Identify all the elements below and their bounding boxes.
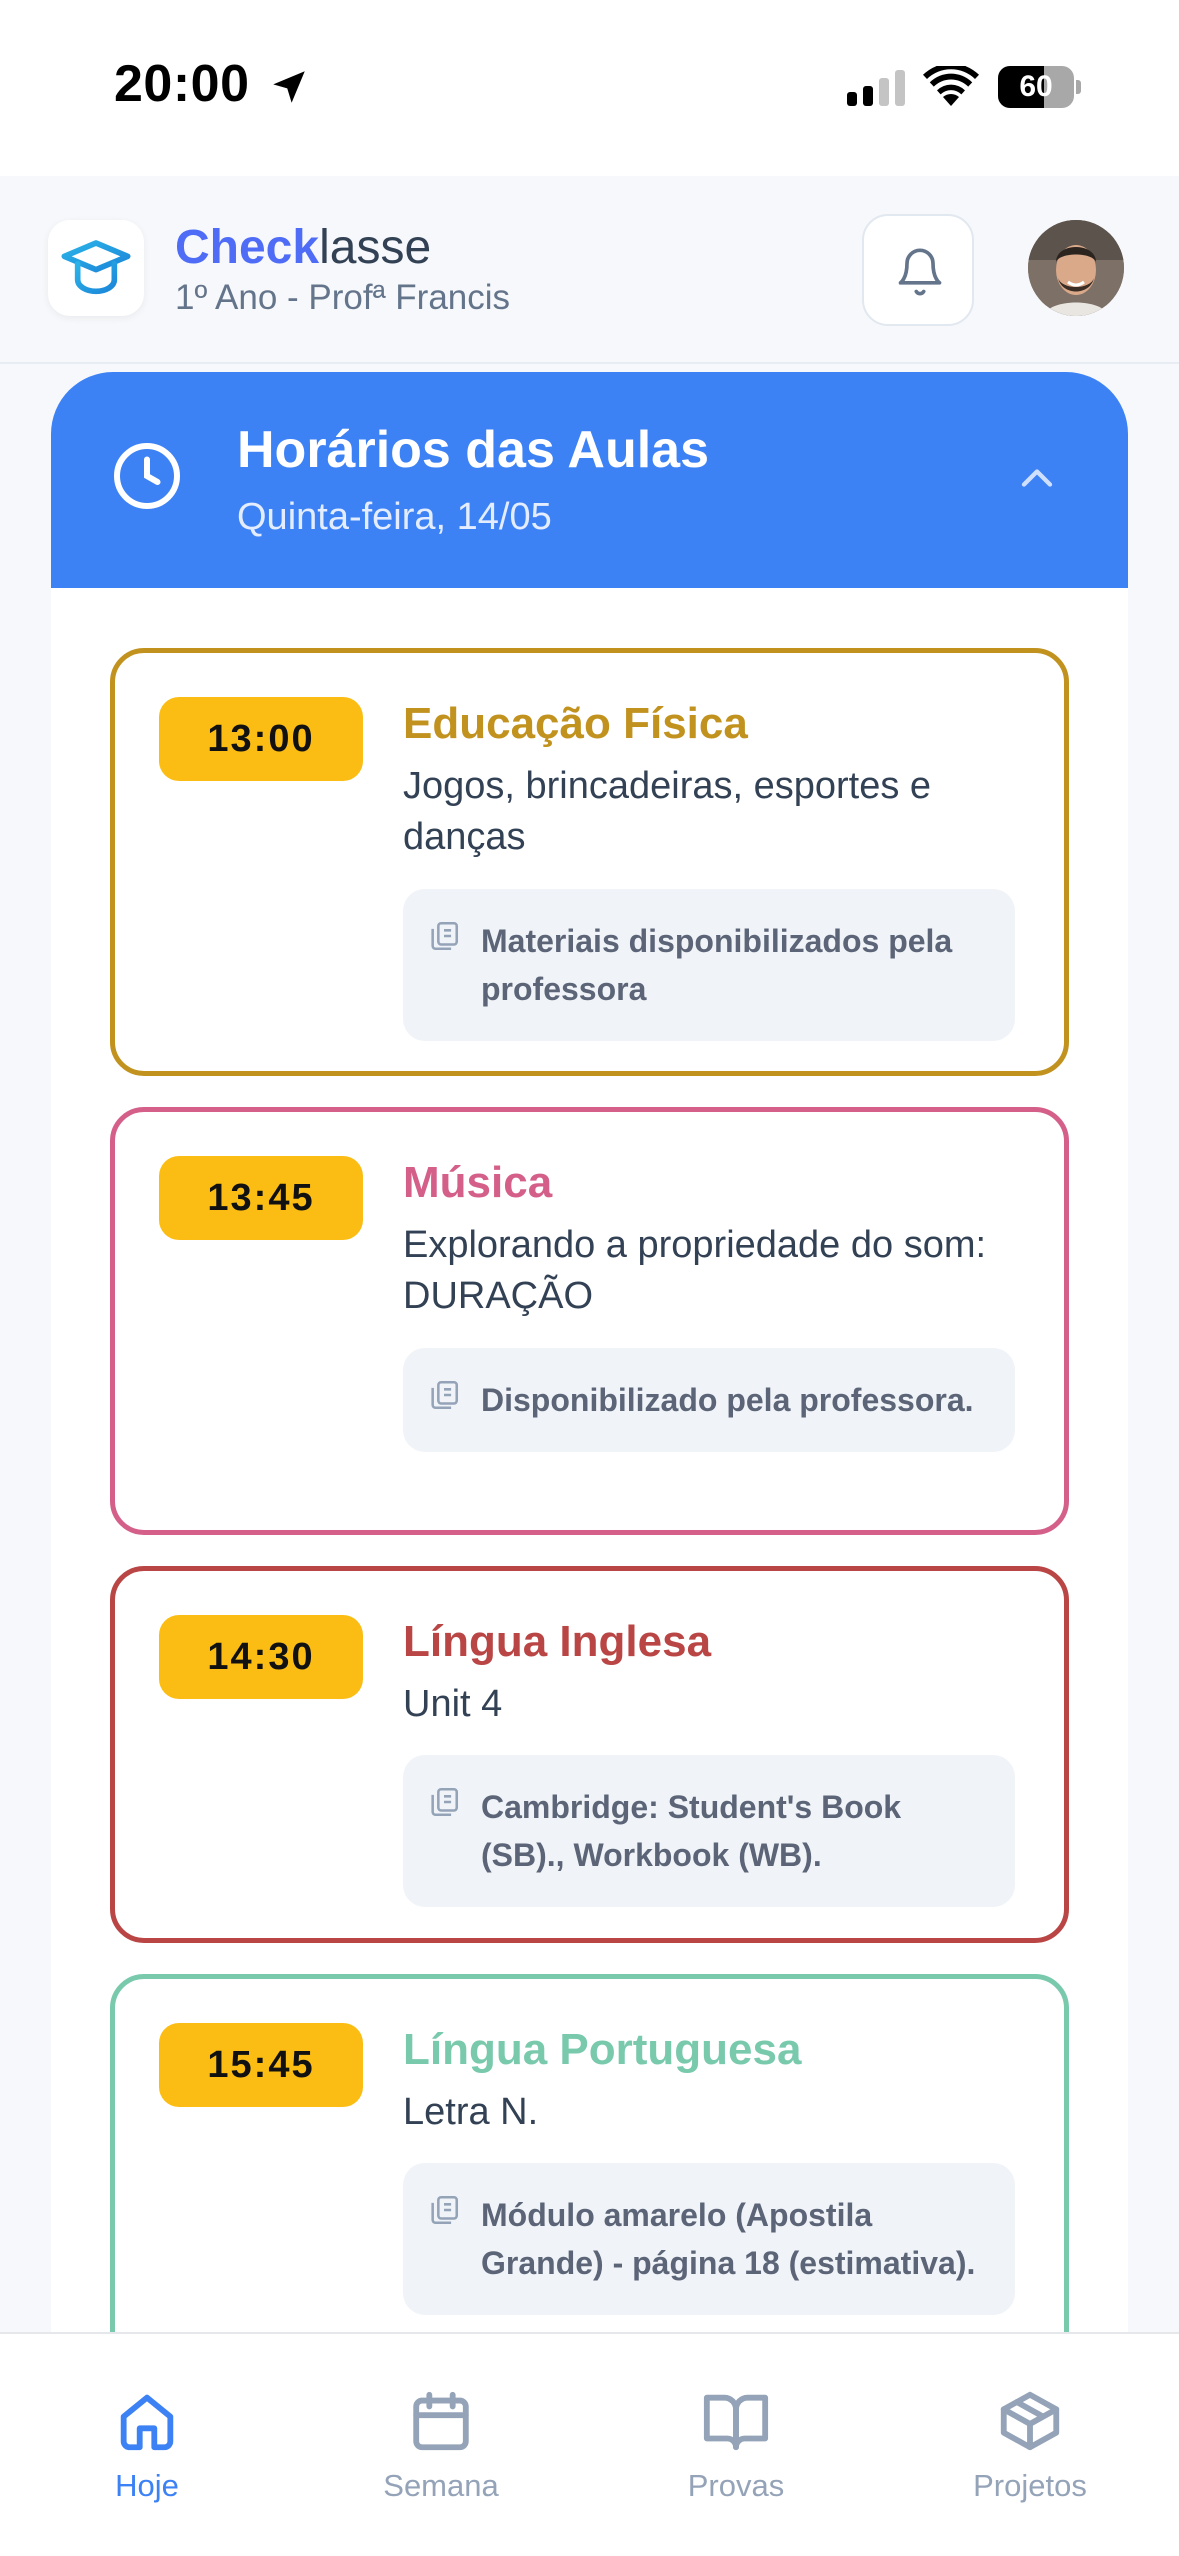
lesson-materials: Módulo amarelo (Apostila Grande) - págin… [403, 2163, 1015, 2315]
location-arrow-icon [273, 71, 305, 103]
chevron-up-icon[interactable] [1011, 452, 1063, 504]
nav-item-hoje[interactable]: Hoje [47, 2386, 247, 2504]
app-title-rest: lasse [319, 221, 432, 274]
lesson-time-badge: 13:45 [159, 1156, 363, 1240]
lesson-materials: Disponibilizado pela professora. [403, 1348, 1015, 1452]
nav-item-provas[interactable]: Provas [636, 2386, 836, 2504]
lesson-description: Explorando a propriedade do som: DURAÇÃO [403, 1224, 987, 1317]
book-open-icon [703, 2394, 769, 2451]
nav-item-semana[interactable]: Semana [341, 2386, 541, 2504]
nav-item-projetos[interactable]: Projetos [930, 2386, 1130, 2504]
lesson-materials-text: Cambridge: Student's Book (SB)., Workboo… [481, 1789, 902, 1873]
nav-label: Semana [383, 2468, 499, 2503]
copy-book-icon [431, 2195, 459, 2225]
clock-icon [114, 443, 180, 509]
lesson-description: Unit 4 [403, 1683, 503, 1725]
schedule-header[interactable]: Horários das Aulas Quinta-feira, 14/05 [51, 372, 1128, 588]
lesson-subject: Língua Portuguesa [403, 2025, 802, 2074]
lesson-subject: Educação Física [403, 699, 748, 748]
nav-label: Hoje [115, 2468, 179, 2503]
app-header: Checklasse 1º Ano - Profª Francis [0, 176, 1179, 364]
wifi-icon [923, 66, 979, 106]
cellular-signal-icon [847, 70, 905, 106]
copy-book-icon [431, 1380, 459, 1410]
battery-icon: 60 [998, 66, 1081, 108]
nav-label: Provas [687, 2468, 785, 2503]
package-icon [1000, 2391, 1060, 2451]
lesson-card[interactable]: 13:45 Música Explorando a propriedade do… [110, 1107, 1069, 1535]
status-time: 20:00 [114, 55, 250, 113]
nav-label: Projetos [973, 2468, 1087, 2503]
status-bar: 20:00 60 [0, 0, 1179, 176]
lesson-subject: Língua Inglesa [403, 1617, 712, 1666]
lesson-card[interactable]: 13:00 Educação Física Jogos, brincadeira… [110, 648, 1069, 1076]
schedule-date: Quinta-feira, 14/05 [237, 496, 552, 538]
graduation-cap-icon [61, 240, 131, 295]
lesson-description: Jogos, brincadeiras, esportes e danças [403, 765, 932, 858]
app-title: Checklasse [175, 220, 431, 275]
lesson-time-badge: 14:30 [159, 1615, 363, 1699]
lesson-materials-text: Disponibilizado pela professora. [481, 1382, 974, 1418]
lesson-time-badge: 13:00 [159, 697, 363, 781]
app-title-brand: Check [175, 221, 320, 274]
lesson-card[interactable]: 14:30 Língua Inglesa Unit 4 Cambridge: S… [110, 1566, 1069, 1943]
lesson-subject: Música [403, 1158, 553, 1207]
home-icon [120, 2394, 174, 2451]
lesson-time-badge: 15:45 [159, 2023, 363, 2107]
class-subtitle: 1º Ano - Profª Francis [175, 278, 511, 317]
schedule-title: Horários das Aulas [237, 421, 710, 479]
battery-level: 60 [1019, 70, 1053, 103]
app-logo [48, 220, 144, 316]
avatar-photo [1028, 220, 1124, 316]
calendar-icon [413, 2391, 469, 2451]
lesson-materials-text: Módulo amarelo (Apostila Grande) - págin… [481, 2197, 976, 2281]
lesson-description: Letra N. [403, 2091, 539, 2133]
bell-icon [898, 248, 942, 296]
lesson-materials: Materiais disponibilizados pela professo… [403, 889, 1015, 1041]
copy-book-icon [431, 921, 459, 951]
notifications-button[interactable] [862, 214, 974, 326]
lesson-materials-text: Materiais disponibilizados pela professo… [481, 923, 953, 1007]
bottom-nav: Hoje Semana Provas Projetos [0, 2332, 1179, 2556]
copy-book-icon [431, 1787, 459, 1817]
lesson-materials: Cambridge: Student's Book (SB)., Workboo… [403, 1755, 1015, 1907]
schedule-card: Horários das Aulas Quinta-feira, 14/05 1… [51, 372, 1128, 2412]
user-avatar[interactable] [1028, 220, 1124, 316]
